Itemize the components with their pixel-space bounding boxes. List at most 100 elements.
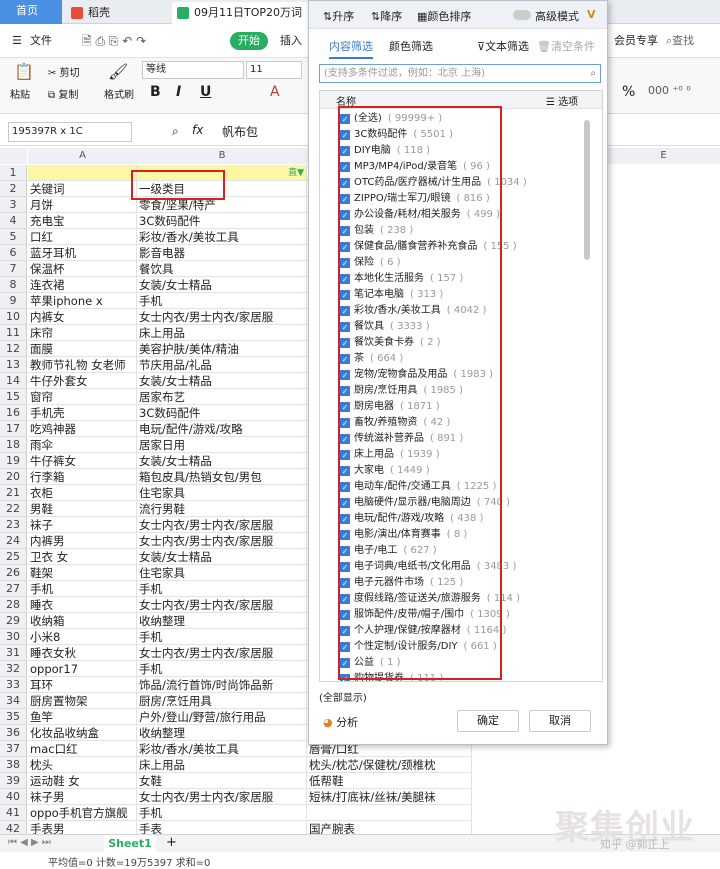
cell-b[interactable]: 户外/登山/野营/旅行用品: [137, 709, 307, 725]
formula-value[interactable]: 帆布包: [222, 123, 258, 140]
row-number[interactable]: 7: [0, 261, 27, 277]
cell-b[interactable]: 手机: [137, 805, 307, 821]
row-number[interactable]: 8: [0, 277, 27, 293]
tab-docer[interactable]: 稻壳: [66, 2, 166, 24]
cell-a[interactable]: 收纳箱: [28, 613, 137, 629]
filter-dropdown-icon[interactable]: 直▼: [288, 165, 304, 180]
row-number[interactable]: 36: [0, 725, 27, 741]
underline-button[interactable]: U: [200, 84, 211, 100]
menu-member[interactable]: 会员专享: [614, 32, 658, 50]
menu-start[interactable]: 开始: [230, 32, 268, 50]
cell-a[interactable]: 蓝牙耳机: [28, 245, 137, 261]
cell-b[interactable]: 3C数码配件: [137, 213, 307, 229]
cell-a[interactable]: 耳环: [28, 677, 137, 693]
copy-button[interactable]: ⧉ 复制: [48, 86, 78, 101]
row-number[interactable]: 27: [0, 581, 27, 597]
sheet-tab-sheet1[interactable]: Sheet1: [104, 835, 156, 852]
cell-b[interactable]: 女装/女士精品: [137, 277, 307, 293]
cell-a[interactable]: 睡衣: [28, 597, 137, 613]
cell-b[interactable]: 住宅家具: [137, 565, 307, 581]
font-color-icon[interactable]: A: [270, 84, 280, 100]
row-number[interactable]: 39: [0, 773, 27, 789]
cell-c[interactable]: [307, 805, 472, 821]
cell-a[interactable]: 袜子男: [28, 789, 137, 805]
row-number[interactable]: 13: [0, 357, 27, 373]
cell-a[interactable]: 鱼竿: [28, 709, 137, 725]
row-number[interactable]: 4: [0, 213, 27, 229]
cell-a[interactable]: 卫衣 女: [28, 549, 137, 565]
cell-b[interactable]: 手机: [137, 629, 307, 645]
cell-c[interactable]: 短袜/打底袜/丝袜/美腿袜: [307, 789, 472, 805]
sort-desc-button[interactable]: ⇅降序: [371, 8, 402, 24]
cell-b[interactable]: 影音电器: [137, 245, 307, 261]
cell-a[interactable]: 小米8: [28, 629, 137, 645]
tab-home[interactable]: 首页: [0, 0, 62, 24]
cell-a[interactable]: 运动鞋 女: [28, 773, 137, 789]
row-number[interactable]: 34: [0, 693, 27, 709]
cell-b[interactable]: 饰品/流行首饰/时尚饰品新: [137, 677, 307, 693]
cell-a[interactable]: 手机: [28, 581, 137, 597]
row-number[interactable]: 12: [0, 341, 27, 357]
bold-button[interactable]: B: [150, 84, 161, 100]
row-number[interactable]: 14: [0, 373, 27, 389]
name-box[interactable]: 195397R x 1C: [8, 122, 132, 142]
cell-a[interactable]: 化妆品收纳盒: [28, 725, 137, 741]
paste-button[interactable]: 粘贴: [10, 86, 30, 101]
options-button[interactable]: ☰ 选项: [546, 93, 578, 108]
cell-a[interactable]: 行李箱: [28, 469, 137, 485]
cell-b[interactable]: 收纳整理: [137, 613, 307, 629]
sort-asc-button[interactable]: ⇅升序: [323, 8, 354, 24]
cell-b[interactable]: 女士内衣/男士内衣/家居服: [137, 789, 307, 805]
cell-a[interactable]: 牛仔外套女: [28, 373, 137, 389]
column-header-a[interactable]: A: [28, 148, 137, 164]
row-number[interactable]: 32: [0, 661, 27, 677]
cell-a[interactable]: 内裤男: [28, 533, 137, 549]
show-all-link[interactable]: (全部显示): [319, 689, 367, 704]
cell-a[interactable]: mac口红: [28, 741, 137, 757]
cell-b[interactable]: 手机: [137, 581, 307, 597]
number-format-icons[interactable]: 000 ⁺⁰ ⁰: [648, 84, 691, 97]
percent-button[interactable]: %: [622, 84, 635, 100]
cell-b[interactable]: 女士内衣/男士内衣/家居服: [137, 597, 307, 613]
row-number[interactable]: 28: [0, 597, 27, 613]
row-number[interactable]: 25: [0, 549, 27, 565]
row-number[interactable]: 30: [0, 629, 27, 645]
row-number[interactable]: 26: [0, 565, 27, 581]
cell-a[interactable]: 男鞋: [28, 501, 137, 517]
tab-content-filter[interactable]: 内容筛选: [329, 38, 373, 59]
row-number[interactable]: 20: [0, 469, 27, 485]
cell-a[interactable]: 窗帘: [28, 389, 137, 405]
format-painter-button[interactable]: 格式刷: [104, 86, 134, 101]
cell-a[interactable]: 床帘: [28, 325, 137, 341]
cell-b[interactable]: 厨房/烹饪用具: [137, 693, 307, 709]
analysis-button[interactable]: ◕ 分析: [323, 714, 358, 730]
cell-b[interactable]: 女装/女士精品: [137, 373, 307, 389]
filter-search-input[interactable]: (支持多条件过滤，例如：北京 上海) ⌕: [319, 64, 601, 83]
row-number[interactable]: 15: [0, 389, 27, 405]
tab-color-filter[interactable]: 颜色筛选: [389, 38, 433, 54]
column-header-b[interactable]: B: [137, 148, 307, 164]
cell-b[interactable]: 餐饮具: [137, 261, 307, 277]
corner-header[interactable]: [0, 148, 27, 164]
tab-document[interactable]: 09月11日TOP20万词表: [172, 2, 308, 41]
sheet-nav-arrows[interactable]: ⏮ ◀ ▶ ⏭: [8, 837, 51, 848]
cell-a[interactable]: 口红: [28, 229, 137, 245]
cell-a[interactable]: 连衣裙: [28, 277, 137, 293]
cell-a[interactable]: 袜子: [28, 517, 137, 533]
row-number[interactable]: 41: [0, 805, 27, 821]
cell-b[interactable]: 女士内衣/男士内衣/家居服: [137, 517, 307, 533]
row-number[interactable]: 31: [0, 645, 27, 661]
cell-b[interactable]: 女士内衣/男士内衣/家居服: [137, 533, 307, 549]
row-number[interactable]: 37: [0, 741, 27, 757]
cell-b[interactable]: 女鞋: [137, 773, 307, 789]
cell-a[interactable]: 枕头: [28, 757, 137, 773]
row-number[interactable]: 38: [0, 757, 27, 773]
ok-button[interactable]: 确定: [457, 710, 519, 732]
cell-a[interactable]: 牛仔裤女: [28, 453, 137, 469]
font-size-select[interactable]: 11: [246, 61, 302, 79]
row-number[interactable]: 23: [0, 517, 27, 533]
clear-conditions-button[interactable]: 🗑清空条件: [537, 38, 595, 54]
cell-a[interactable]: 手机壳: [28, 405, 137, 421]
cell-a[interactable]: [28, 165, 137, 181]
cell-b[interactable]: 手机: [137, 661, 307, 677]
